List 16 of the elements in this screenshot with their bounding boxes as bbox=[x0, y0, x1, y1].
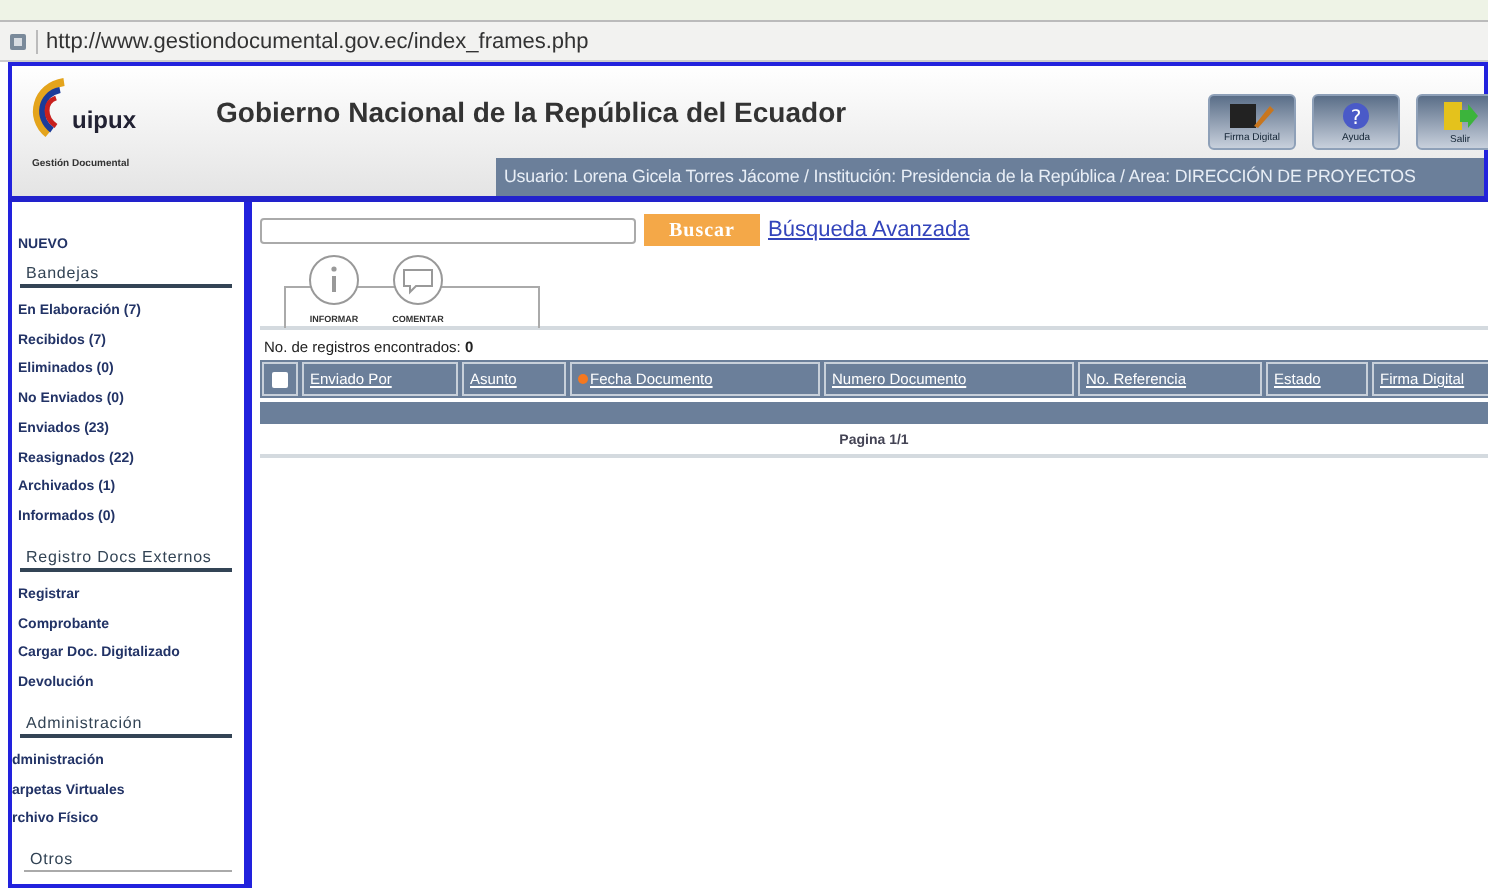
section-header: Bandejas bbox=[20, 260, 232, 288]
help-icon: ? bbox=[1342, 101, 1370, 129]
exit-door-icon bbox=[1442, 99, 1478, 131]
logo-text: uipux bbox=[72, 106, 136, 134]
info-icon bbox=[308, 254, 360, 306]
select-all-checkbox[interactable] bbox=[272, 371, 288, 387]
speech-bubble-icon bbox=[392, 254, 444, 306]
user-info-bar: Usuario: Lorena Gicela Torres Jácome / Institución: Presidencia de la República / Area: DIRECCIÓN DE PROYECTOS bbox=[496, 158, 1484, 196]
signature-icon bbox=[1230, 101, 1274, 129]
search-field[interactable] bbox=[260, 217, 636, 243]
section-header: Registro Docs Externos bbox=[20, 543, 232, 572]
page-icon bbox=[8, 31, 28, 51]
section-header: Otros bbox=[24, 846, 232, 873]
site-title: Gobierno Nacional de la República del Ecuador bbox=[216, 96, 849, 128]
advanced-search-link[interactable]: Búsqueda Avanzada bbox=[768, 218, 970, 242]
section-header: Administración bbox=[20, 709, 232, 738]
